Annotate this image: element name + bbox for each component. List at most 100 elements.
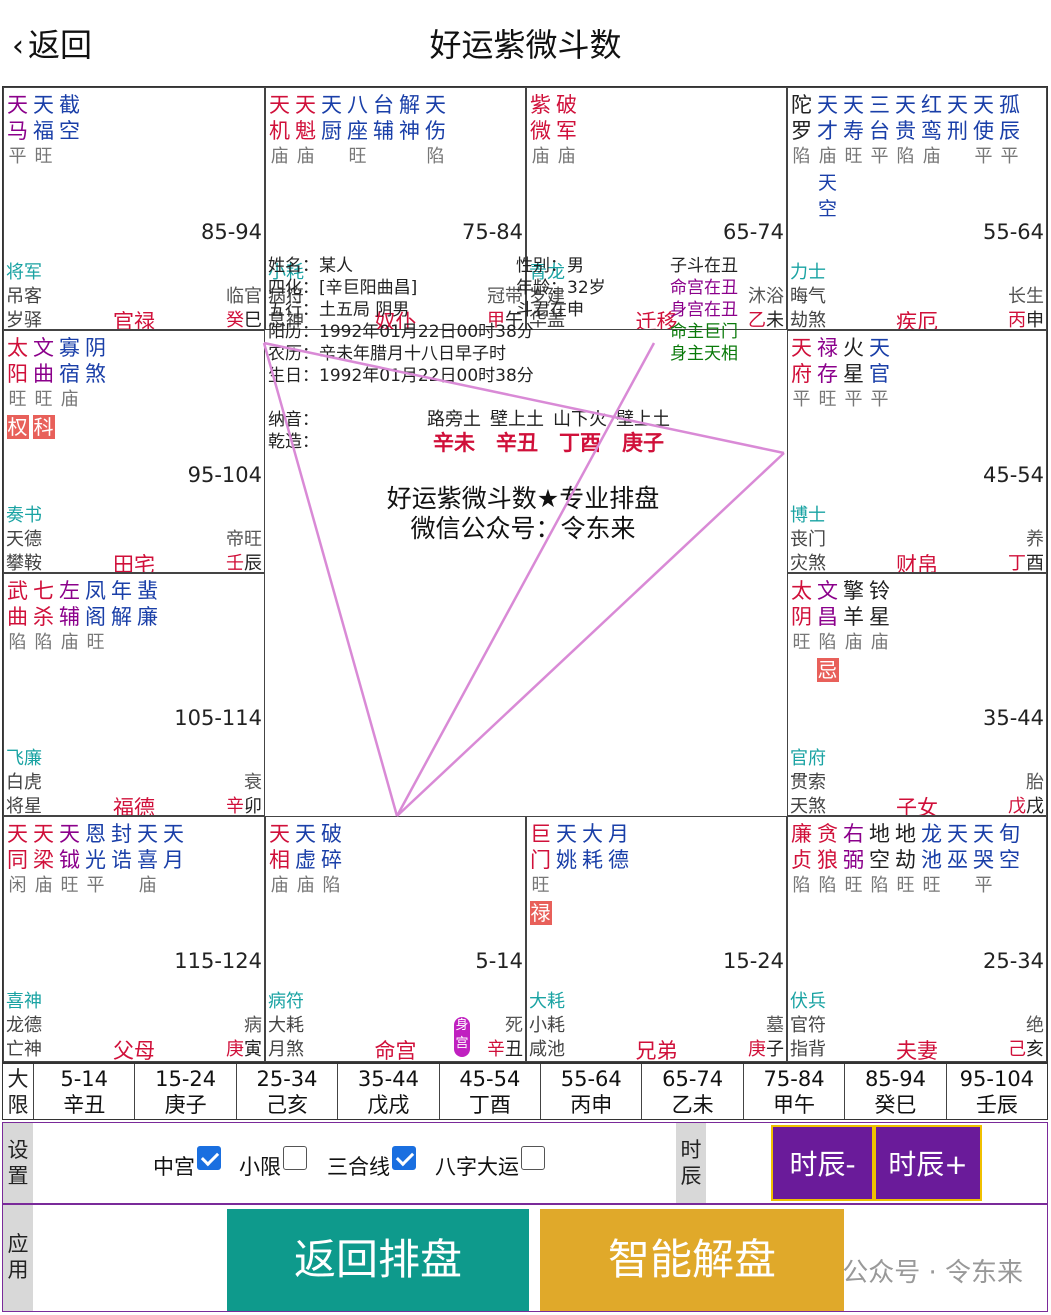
star-brightness: 闲 bbox=[8, 875, 27, 896]
palace-age-range: 65-74 bbox=[722, 220, 784, 244]
dayun-cell[interactable]: 65-74 乙未 bbox=[642, 1064, 744, 1119]
star-column: 太阳旺权 bbox=[6, 335, 29, 439]
star-list: 天同闲天梁庙天钺旺恩光平封诰 天喜庙天月 bbox=[6, 821, 185, 899]
star-brightness: 平 bbox=[792, 389, 811, 410]
dayun-cell[interactable]: 25-34 己亥 bbox=[237, 1064, 339, 1119]
star-name: 天刑 bbox=[947, 93, 968, 143]
option-checkbox[interactable] bbox=[283, 1146, 307, 1170]
palace-ganzhi: 己亥 bbox=[1008, 1035, 1044, 1061]
option-2[interactable]: 三合线 bbox=[327, 1146, 416, 1181]
star-name: 年解 bbox=[111, 579, 132, 629]
app-label: 应用 bbox=[3, 1205, 33, 1311]
palace-cell-si[interactable]: 天马平天福旺截空 85-94 将军 吊客 岁驿 临官 官禄 癸巳 bbox=[3, 87, 265, 330]
option-checkbox[interactable] bbox=[521, 1146, 545, 1170]
dayun-cell[interactable]: 15-24 庚子 bbox=[135, 1064, 237, 1119]
palace-ganzhi: 壬辰 bbox=[226, 549, 262, 572]
star-name: 孤辰 bbox=[999, 93, 1020, 143]
hour-plus-button[interactable]: 时辰+ bbox=[874, 1125, 982, 1201]
star-name: 巨门 bbox=[530, 822, 551, 872]
sihua-badge: 科 bbox=[32, 415, 55, 439]
earthly-branch: 亥 bbox=[1026, 1039, 1044, 1060]
boshi-star: 大耗 bbox=[529, 991, 565, 1012]
palace-cell-mao[interactable]: 武曲陷七杀陷左辅庙凤阁旺年解 蜚廉 105-114 飞廉 白虎 将星衰福德 辛卯 bbox=[3, 573, 265, 816]
star-brightness: 旺 bbox=[896, 875, 915, 896]
option-0[interactable]: 中宫 bbox=[153, 1146, 221, 1181]
star-name: 文昌 bbox=[817, 579, 838, 629]
palace-age-range: 35-44 bbox=[982, 706, 1044, 730]
option-1[interactable]: 小限 bbox=[239, 1146, 307, 1181]
star-name: 天机 bbox=[269, 93, 290, 143]
star-brightness: 陷 bbox=[792, 146, 811, 167]
star-name: 天厨 bbox=[321, 93, 342, 143]
changsheng-stage: 临官 bbox=[226, 286, 262, 307]
dayun-cell[interactable]: 5-14 辛丑 bbox=[34, 1064, 136, 1119]
star-brightness: 陷 bbox=[896, 146, 915, 167]
dayun-range: 55-64 bbox=[560, 1067, 622, 1091]
star-name: 三台 bbox=[869, 93, 890, 143]
option-3[interactable]: 八字大运 bbox=[435, 1146, 545, 1181]
star-column: 天魁庙 bbox=[294, 92, 317, 170]
palace-cell-chou[interactable]: 天相庙天虚庙破碎陷 5-14 病符 大耗 月煞死命宫 辛丑身宫 bbox=[265, 816, 526, 1062]
earthly-branch: 子 bbox=[766, 1039, 784, 1060]
dayun-cell[interactable]: 55-64 丙申 bbox=[541, 1064, 643, 1119]
option-checkbox[interactable] bbox=[197, 1146, 221, 1170]
star-column: 天官平 bbox=[868, 335, 891, 413]
palace-cell-xu[interactable]: 太阴旺文昌陷忌擎羊庙铃星庙 35-44 官府 贯索 天煞胎子女 戊戌 bbox=[787, 573, 1047, 816]
star-column: 破碎陷 bbox=[320, 821, 343, 899]
earthly-branch: 丑 bbox=[505, 1039, 523, 1060]
star-column: 封诰 bbox=[110, 821, 133, 899]
star-name: 天月 bbox=[163, 822, 184, 872]
star-brightness: 旺 bbox=[60, 875, 79, 896]
info-line: 生日：1992年01月22日00时38分 bbox=[268, 366, 534, 386]
heavenly-stem: 戊 bbox=[1008, 796, 1026, 816]
sihua-badge: 禄 bbox=[529, 901, 552, 925]
star-name: 凤阁 bbox=[85, 579, 106, 629]
star-name: 天才 bbox=[817, 93, 838, 143]
star-column: 蜚廉 bbox=[136, 578, 159, 656]
suiqian-star: 龙德 bbox=[6, 1015, 42, 1036]
star-name: 龙池 bbox=[921, 822, 942, 872]
dayun-cell[interactable]: 85-94 癸巳 bbox=[845, 1064, 947, 1119]
star-name: 寡宿 bbox=[59, 336, 80, 386]
palace-ganzhi: 辛丑 bbox=[487, 1035, 523, 1061]
option-checkbox[interactable] bbox=[392, 1146, 416, 1170]
star-brightness: 庙 bbox=[296, 146, 315, 167]
dayun-bar: 大限 5-14 辛丑 15-24 庚子 25-34 己亥 35-44 戊戌 45-54 丁酉 55-… bbox=[2, 1063, 1048, 1120]
changsheng-stage: 病 bbox=[244, 1015, 262, 1036]
star-column: 天钺旺 bbox=[58, 821, 81, 899]
palace-cell-hai[interactable]: 廉贞陷贪狼陷右弼旺地空陷地劫旺龙池旺天巫 天哭平旬空 25-34 伏兵 官符 指背绝夫… bbox=[787, 816, 1047, 1062]
star-brightness: 陷 bbox=[818, 632, 837, 653]
star-name: 天同 bbox=[7, 822, 28, 872]
star-column: 天同闲 bbox=[6, 821, 29, 899]
dayun-cell[interactable]: 75-84 甲午 bbox=[744, 1064, 846, 1119]
dayun-cell[interactable]: 45-54 丁酉 bbox=[440, 1064, 542, 1119]
star-column: 左辅庙 bbox=[58, 578, 81, 656]
option-label: 小限 bbox=[239, 1155, 281, 1179]
star-brightness: 旺 bbox=[844, 146, 863, 167]
palace-cell-zi[interactable]: 巨门旺禄天姚 大耗 月德 15-24 大耗 小耗 咸池墓兄弟 庚子 bbox=[526, 816, 787, 1062]
star-name: 天寿 bbox=[843, 93, 864, 143]
boshi-star: 病符 bbox=[268, 991, 304, 1012]
boshi-star: 官府 bbox=[790, 748, 826, 769]
hour-minus-button[interactable]: 时辰- bbox=[771, 1125, 874, 1201]
star-column: 阴煞 bbox=[84, 335, 107, 439]
return-chart-button[interactable]: 返回排盘 bbox=[227, 1209, 529, 1311]
star-column: 天机庙 bbox=[268, 92, 291, 170]
palace-cell-shen[interactable]: 陀罗陷天才庙天空天寿旺三台平天贵陷红鸾庙天刑 天使平孤辰平 55-64 力士 晦气 劫煞… bbox=[787, 87, 1047, 330]
dayun-cell[interactable]: 95-104 壬辰 bbox=[947, 1064, 1047, 1119]
ai-interpret-button[interactable]: 智能解盘 bbox=[540, 1209, 844, 1311]
palace-age-range: 75-84 bbox=[461, 220, 523, 244]
star-brightness bbox=[119, 630, 125, 656]
palace-cell-chen[interactable]: 太阳旺权文曲旺科寡宿庙阴煞 95-104 奏书 天德 攀鞍 帝旺 田宅 壬辰 bbox=[3, 330, 265, 573]
dayun-cell[interactable]: 35-44 戊戌 bbox=[338, 1064, 440, 1119]
star-list: 天马平天福旺截空 bbox=[6, 92, 81, 170]
dayun-ganzhi: 丁酉 bbox=[468, 1093, 511, 1117]
star-name: 恩光 bbox=[85, 822, 106, 872]
boshi-star: 将军 bbox=[6, 262, 42, 283]
palace-age-range: 95-104 bbox=[187, 463, 262, 487]
palace-cell-yin[interactable]: 天同闲天梁庙天钺旺恩光平封诰 天喜庙天月 115-124 喜神 龙德 亡神病父母 庚寅 bbox=[3, 816, 265, 1062]
star-name: 左辅 bbox=[59, 579, 80, 629]
palace-cell-you[interactable]: 天府平禄存旺火星平天官平 45-54 博士 丧门 灾煞养财帛 丁酉 bbox=[787, 330, 1047, 573]
star-name: 蜚廉 bbox=[137, 579, 158, 629]
star-name: 天钺 bbox=[59, 822, 80, 872]
